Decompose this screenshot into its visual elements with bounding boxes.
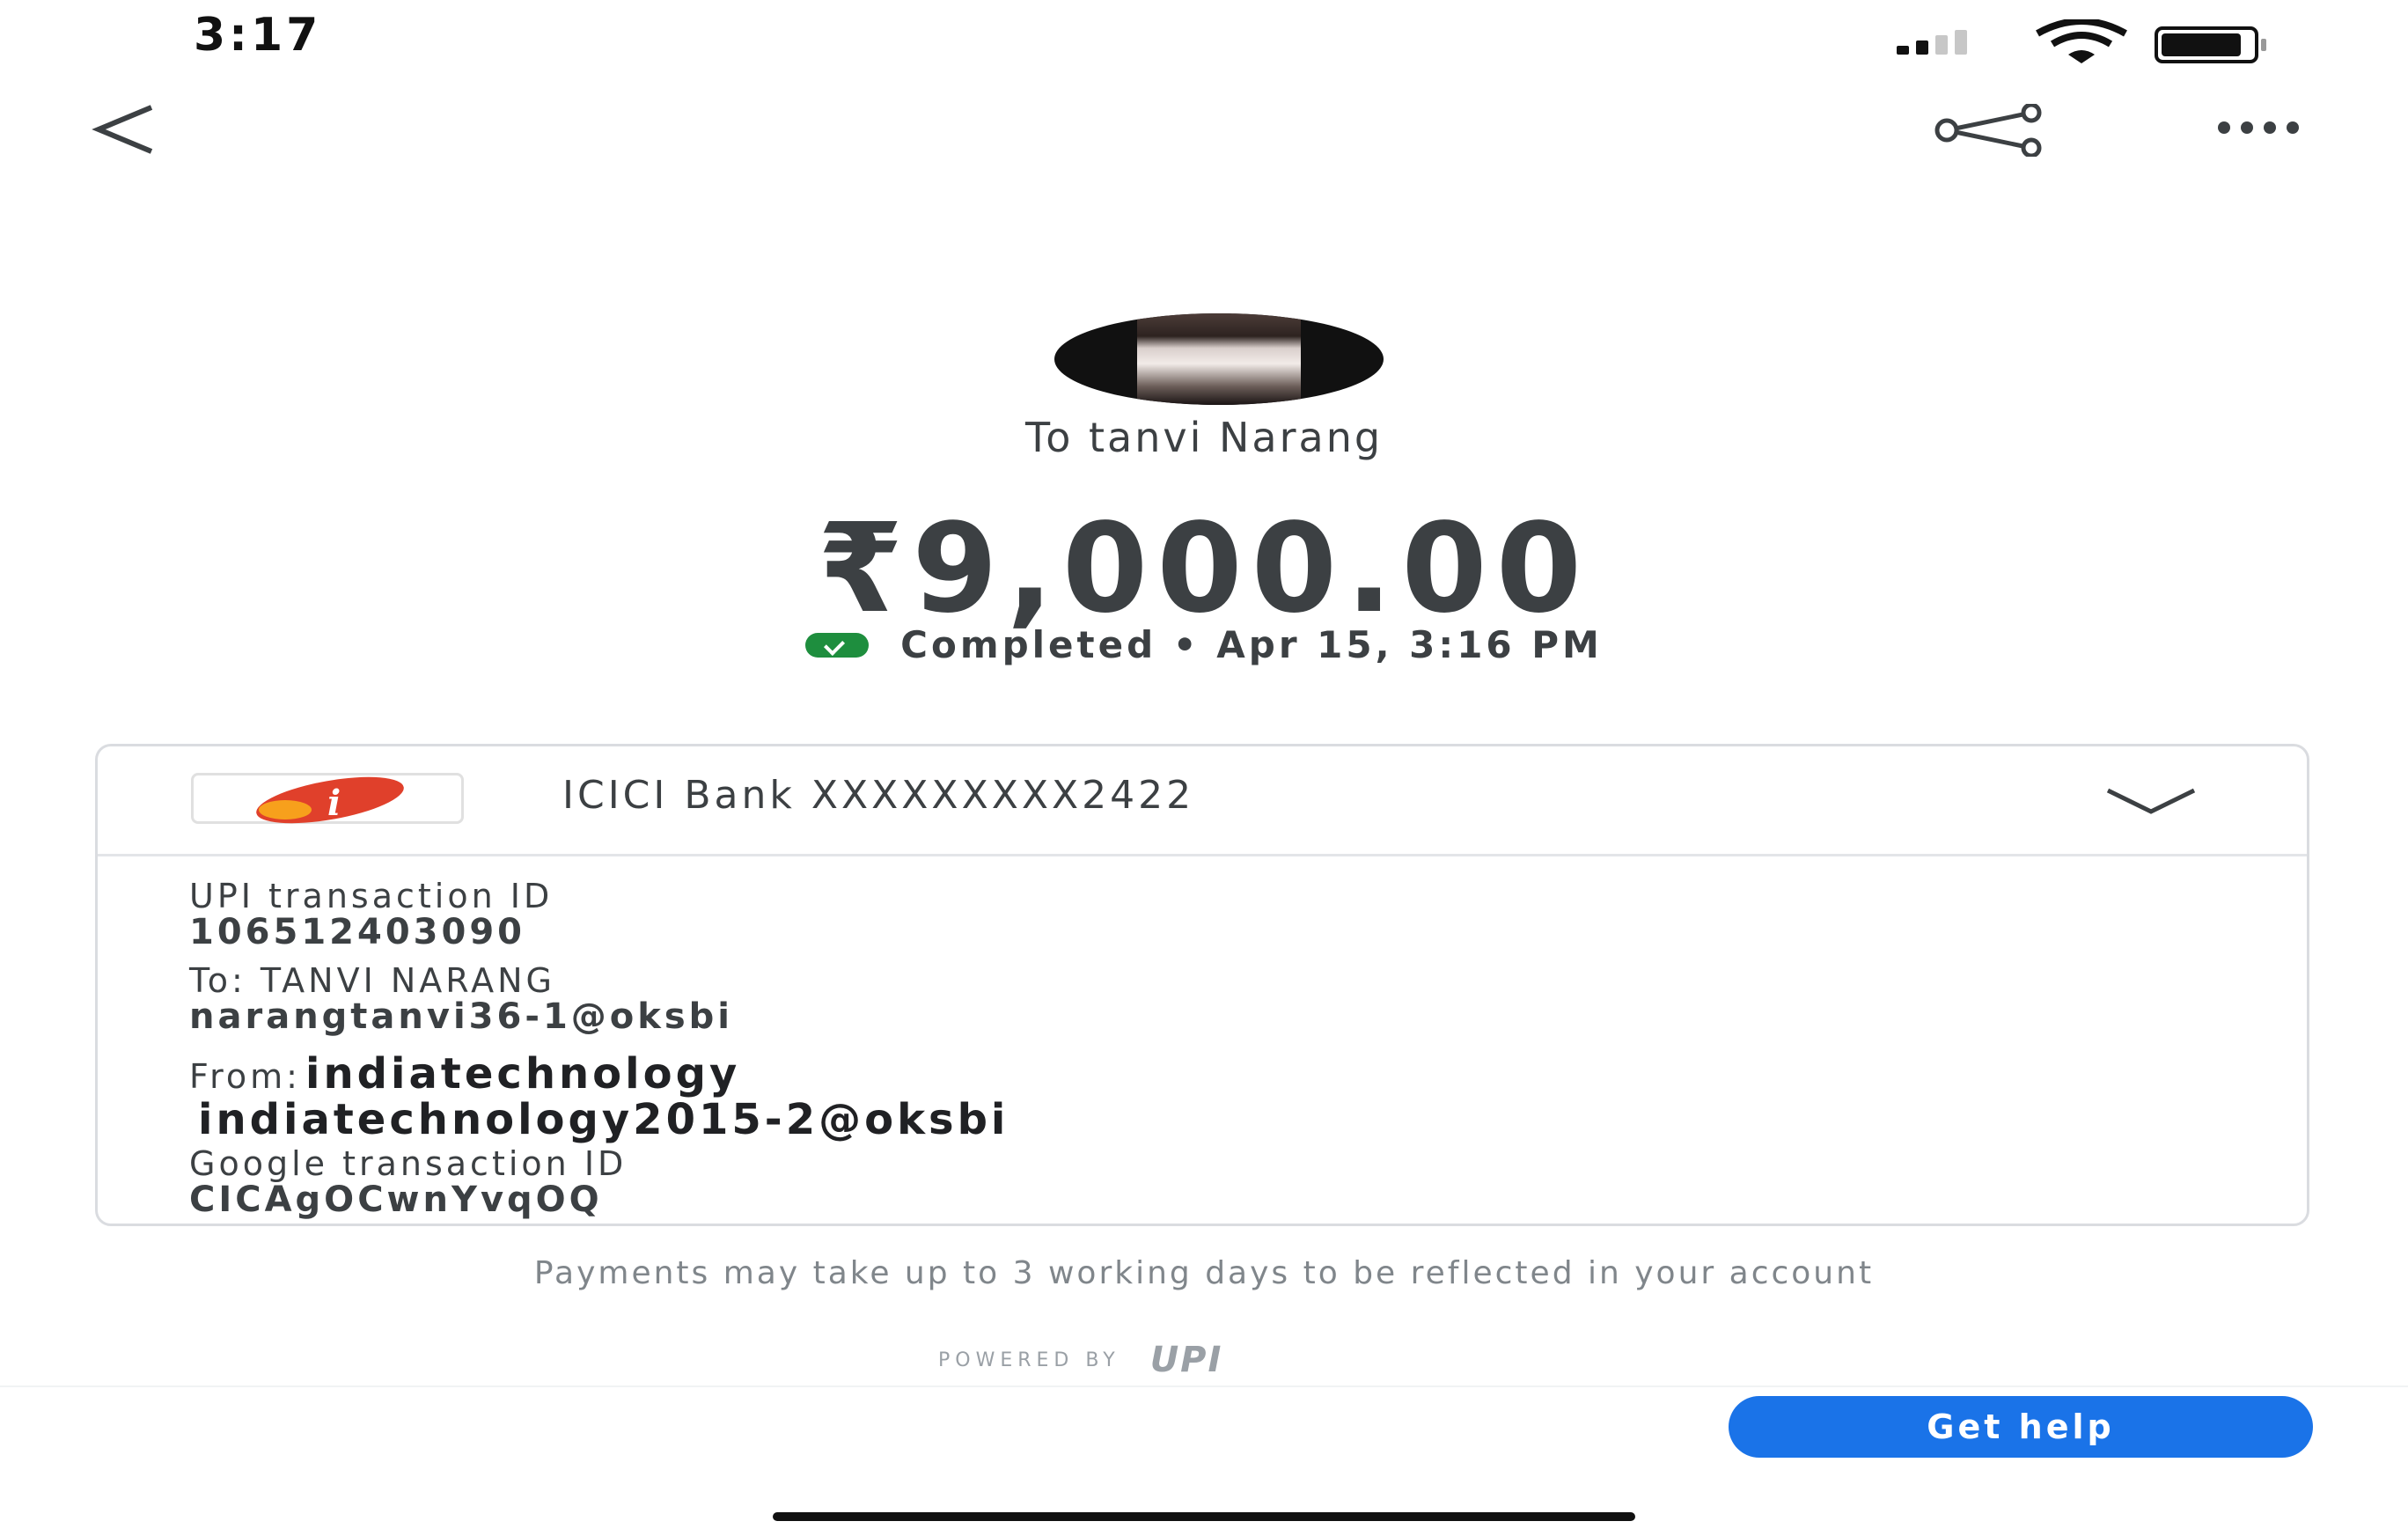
home-indicator[interactable] bbox=[773, 1512, 1635, 1521]
transaction-details: UPI transaction ID 106512403090 To: TANV… bbox=[189, 878, 1009, 1218]
upi-id-value: 106512403090 bbox=[189, 912, 525, 952]
chevron-left-icon bbox=[92, 105, 153, 154]
powered-by-upi: POWERED BY UPI bbox=[938, 1340, 1222, 1380]
check-circle-icon bbox=[805, 632, 870, 658]
transaction-details-card: i ICICI Bank XXXXXXXXX2422 UPI transacti… bbox=[95, 744, 2309, 1226]
payment-status: Completed • Apr 15, 3:16 PM bbox=[900, 623, 1603, 666]
status-row: Completed • Apr 15, 3:16 PM bbox=[0, 623, 2408, 666]
wifi-icon bbox=[2033, 18, 2130, 67]
settlement-note: Payments may take up to 3 working days t… bbox=[533, 1255, 1875, 1291]
to-label: To: TANVI NARANG bbox=[189, 961, 556, 1000]
recipient-name: To tanvi Narang bbox=[1024, 414, 1384, 461]
back-button[interactable] bbox=[88, 99, 158, 164]
chevron-down-icon[interactable] bbox=[2103, 785, 2199, 824]
from-vpa: indiatechnology2015-2@oksbi bbox=[198, 1095, 1009, 1144]
battery-icon bbox=[2155, 26, 2266, 63]
more-horizontal-icon bbox=[2218, 121, 2230, 134]
get-help-button[interactable]: Get help bbox=[1729, 1396, 2313, 1458]
upi-logo: UPI bbox=[1149, 1340, 1223, 1380]
from-name: indiatechnology bbox=[305, 1049, 741, 1099]
to-vpa: narangtanvi36-1@oksbi bbox=[189, 996, 734, 1037]
payment-amount: ₹9,000.00 bbox=[817, 497, 1591, 641]
status-time: 3:17 bbox=[194, 9, 322, 62]
google-id-label: Google transaction ID bbox=[189, 1144, 628, 1183]
powered-by-label: POWERED BY bbox=[938, 1349, 1120, 1371]
bank-account-row[interactable]: i ICICI Bank XXXXXXXXX2422 bbox=[98, 746, 2307, 856]
more-options-button[interactable] bbox=[2218, 121, 2299, 134]
google-id-value: CICAgOCwnYvqOQ bbox=[189, 1180, 603, 1220]
cellular-signal-icon bbox=[1897, 30, 1967, 55]
from-label: From: bbox=[189, 1057, 301, 1096]
divider bbox=[0, 1385, 2408, 1387]
share-button[interactable] bbox=[1933, 102, 2047, 160]
bank-account-name: ICICI Bank XXXXXXXXX2422 bbox=[562, 773, 1195, 818]
share-icon bbox=[1934, 102, 2042, 158]
avatar bbox=[1054, 313, 1384, 405]
bank-logo: i bbox=[191, 768, 464, 833]
upi-id-label: UPI transaction ID bbox=[189, 877, 554, 915]
